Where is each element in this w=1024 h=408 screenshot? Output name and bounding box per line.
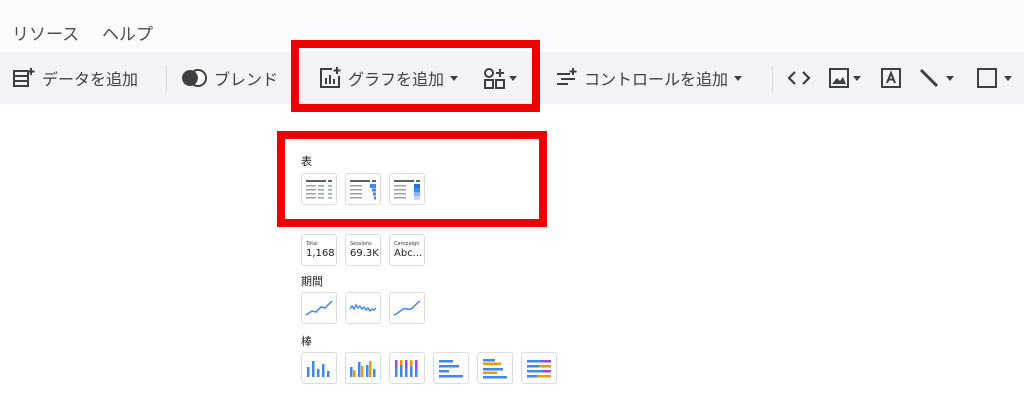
- table-chart-icon: [306, 180, 332, 199]
- chart-option-scorecard-total[interactable]: Total 1,168: [301, 234, 337, 266]
- toolbar-divider: [166, 66, 167, 92]
- image-button[interactable]: [828, 52, 861, 104]
- rectangle-button[interactable]: [976, 52, 1012, 104]
- menu-resources[interactable]: リソース: [12, 20, 79, 45]
- sparkline-chart-icon: [349, 303, 377, 313]
- blend-icon: [182, 69, 207, 87]
- chart-option-table-bars[interactable]: [345, 173, 381, 205]
- rectangle-icon: [977, 68, 997, 88]
- chart-option-table-heatmap[interactable]: [389, 173, 425, 205]
- chevron-down-icon: [946, 75, 954, 81]
- embed-code-icon: [787, 71, 811, 85]
- smoothed-timeseries-chart-icon: [393, 300, 421, 316]
- scorecard-title: Total: [306, 240, 318, 247]
- chart-option-scorecard-sessions[interactable]: Sessions 69.3K: [345, 234, 381, 266]
- stacked-column-chart-icon: [395, 360, 418, 377]
- bar-chart-icon: [439, 360, 463, 378]
- chevron-down-icon: [1004, 75, 1012, 81]
- toolbar-divider: [772, 66, 773, 92]
- text-button[interactable]: [880, 52, 902, 104]
- chart-option-timeseries[interactable]: [301, 292, 337, 324]
- scorecard-title: Sessions: [350, 240, 372, 247]
- chart-option-grouped-column[interactable]: [345, 352, 381, 384]
- chart-option-scorecard-campaign[interactable]: Campaign Abc...: [389, 234, 425, 266]
- scorecard-value: 1,168: [306, 247, 335, 259]
- add-data-label: データを追加: [42, 70, 139, 89]
- chart-option-grouped-bar[interactable]: [477, 352, 513, 384]
- scorecard-value: 69.3K: [350, 247, 379, 259]
- timeseries-chart-icon: [305, 300, 333, 316]
- chevron-down-icon: [734, 75, 743, 81]
- image-icon: [829, 68, 849, 88]
- blend-label: ブレンド: [214, 70, 279, 89]
- scorecard-value: Abc...: [394, 247, 423, 259]
- grouped-column-chart-icon: [350, 361, 376, 377]
- blend-button[interactable]: ブレンド: [180, 52, 278, 104]
- menu-help[interactable]: ヘルプ: [102, 20, 153, 45]
- grouped-bar-chart-icon: [483, 359, 507, 379]
- chart-option-table[interactable]: [301, 173, 337, 205]
- chart-option-smoothed-timeseries[interactable]: [389, 292, 425, 324]
- add-control-label: コントロールを追加: [584, 70, 729, 89]
- chart-option-stacked-bar[interactable]: [521, 352, 557, 384]
- section-label-bar: 棒: [301, 335, 312, 348]
- scorecard-title: Campaign: [394, 240, 420, 247]
- column-chart-icon: [307, 361, 330, 377]
- chevron-down-icon: [853, 75, 861, 81]
- add-control-button[interactable]: コントロールを追加: [554, 52, 743, 104]
- line-icon: [919, 68, 939, 88]
- add-control-icon: [557, 68, 577, 85]
- text-icon: [881, 68, 901, 88]
- chart-option-bar[interactable]: [433, 352, 469, 384]
- section-label-table: 表: [301, 155, 312, 168]
- highlight-add-chart: [291, 40, 540, 112]
- table-bars-chart-icon: [350, 180, 376, 200]
- section-label-timeseries: 期間: [301, 275, 323, 288]
- table-heatmap-chart-icon: [394, 180, 420, 200]
- stacked-bar-chart-icon: [527, 360, 551, 378]
- embed-code-button[interactable]: [786, 52, 812, 104]
- line-button[interactable]: [918, 52, 954, 104]
- chart-option-column[interactable]: [301, 352, 337, 384]
- add-data-button[interactable]: データを追加: [12, 52, 138, 104]
- add-data-icon: [13, 68, 35, 87]
- chart-option-stacked-column[interactable]: [389, 352, 425, 384]
- chart-option-sparkline[interactable]: [345, 292, 381, 324]
